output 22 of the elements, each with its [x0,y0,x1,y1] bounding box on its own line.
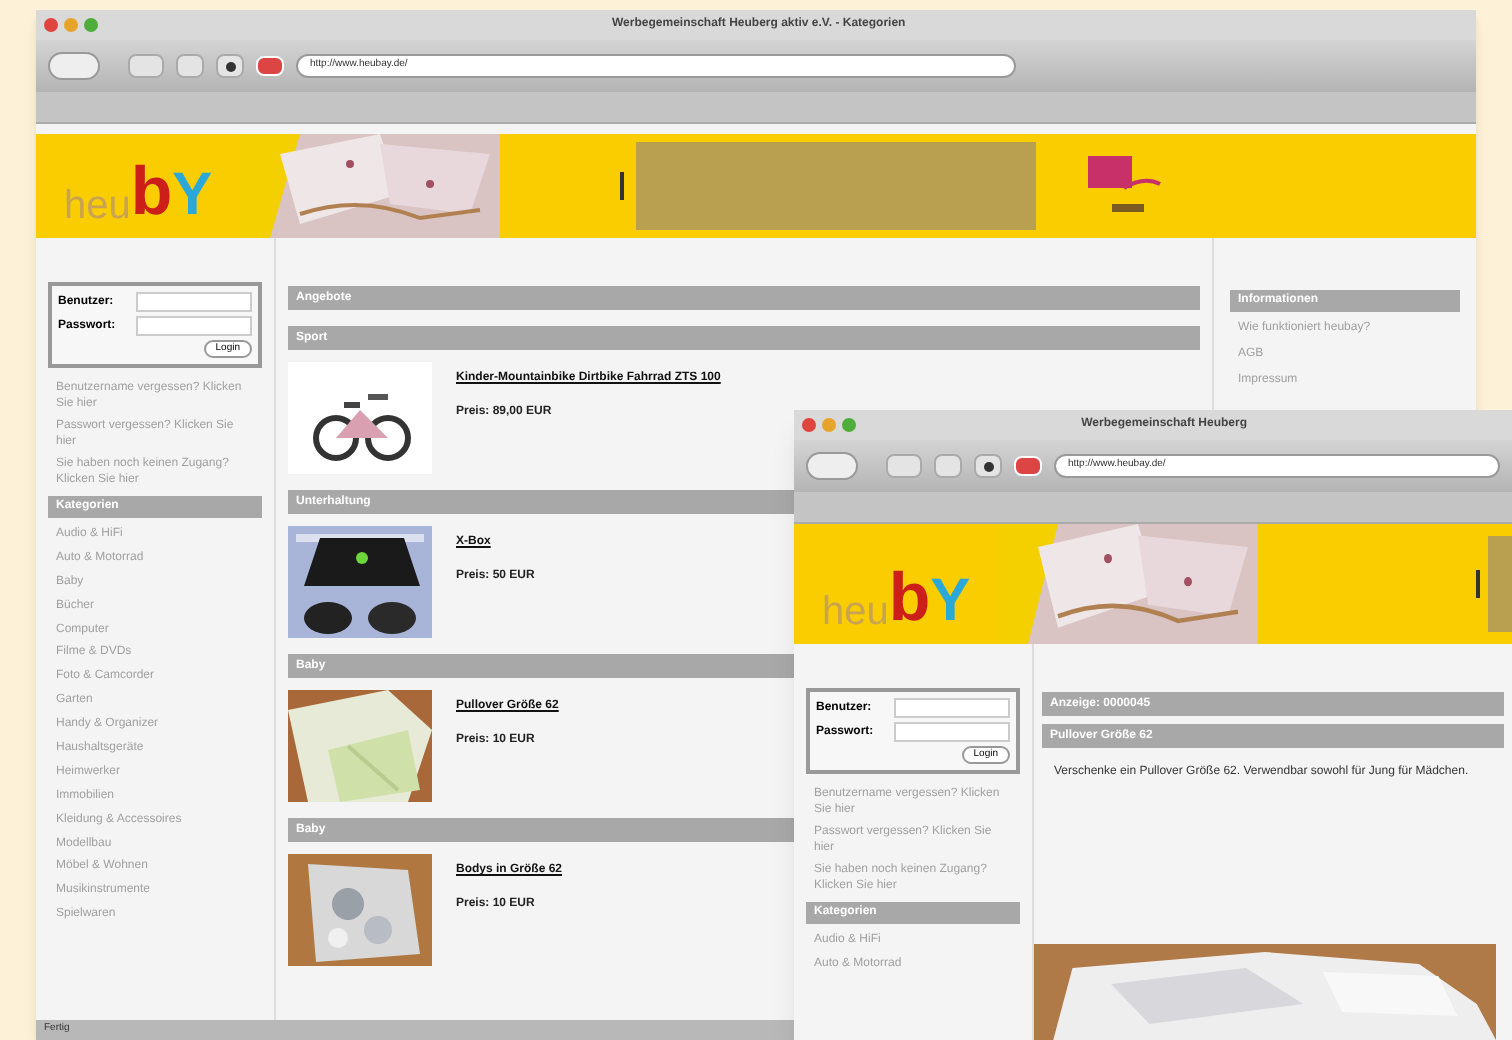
zoom-icon[interactable] [84,18,98,32]
ad-banner [1488,536,1512,632]
password-field[interactable] [894,722,1010,742]
back-forward-icon[interactable] [48,52,100,80]
logo-text: b [130,158,173,226]
home-icon[interactable] [216,54,244,78]
minimize-icon[interactable] [64,18,78,32]
mark-icon [620,172,625,200]
logo-text: Y [172,166,213,226]
zoom-icon[interactable] [842,418,856,432]
minimize-icon[interactable] [822,418,836,432]
back-forward-icon[interactable] [806,452,858,480]
logo-text: heu [822,592,889,632]
home-icon[interactable] [974,454,1002,478]
logo-text: Y [930,572,971,632]
logo-text: heu [64,186,131,226]
password-field[interactable] [136,316,252,336]
close-icon[interactable] [802,418,816,432]
close-icon[interactable] [44,18,58,32]
username-field[interactable] [894,698,1010,718]
username-field[interactable] [136,292,252,312]
logo-text: b [888,564,931,632]
